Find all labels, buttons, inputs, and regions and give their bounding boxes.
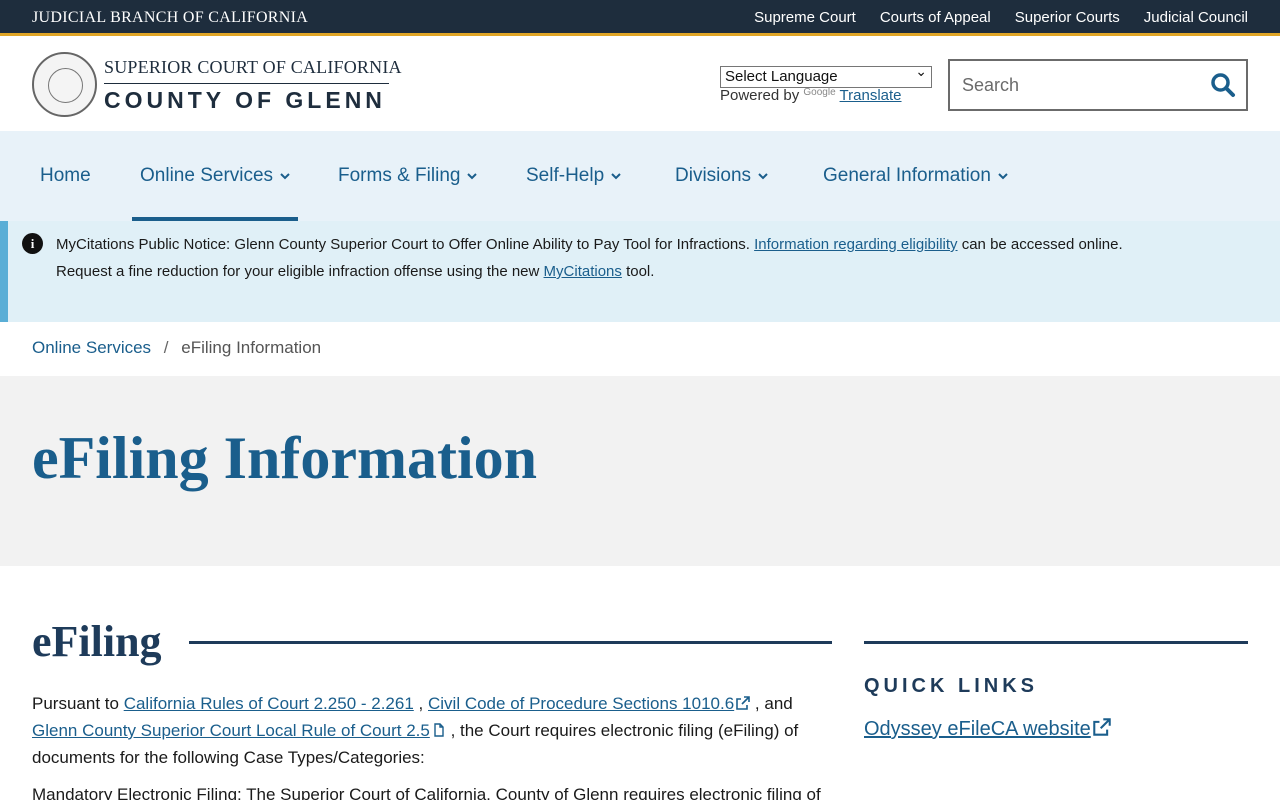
efiling-paragraph: Pursuant to California Rules of Court 2.… (32, 690, 832, 771)
top-nav: Supreme Court Courts of Appeal Superior … (754, 9, 1248, 26)
sidebar-divider (864, 641, 1248, 644)
civil-code-link[interactable]: Civil Code of Procedure Sections 1010.6 (428, 694, 750, 713)
notice-line1-tail: can be accessed online. (961, 236, 1123, 253)
mycitations-link[interactable]: MyCitations (544, 263, 622, 280)
nav-divisions-label: Divisions (675, 165, 752, 186)
nav-general-information[interactable]: General Information (823, 165, 1009, 187)
document-icon (434, 723, 444, 737)
top-link-superior-courts[interactable]: Superior Courts (1015, 9, 1120, 26)
chevron-down-icon (467, 173, 478, 180)
nav-online-services-label: Online Services (140, 165, 274, 186)
rules-of-court-link[interactable]: California Rules of Court 2.250 - 2.261 (124, 694, 414, 713)
powered-by-google: Powered by Google Translate (720, 87, 902, 104)
nav-general-information-label: General Information (823, 165, 991, 186)
nav-online-services[interactable]: Online Services (140, 165, 291, 187)
logo-court-name[interactable]: SUPERIOR COURT OF CALIFORNIA (104, 57, 402, 78)
civil-code-link-label: Civil Code of Procedure Sections 1010.6 (428, 694, 735, 713)
top-link-judicial-council[interactable]: Judicial Council (1144, 9, 1248, 26)
page-title-band: eFiling Information (0, 376, 1280, 566)
logo-county-name[interactable]: COUNTY OF GLENN (104, 87, 386, 114)
page-title: eFiling Information (32, 425, 537, 491)
notice-line2: Request a fine reduction for your eligib… (56, 263, 540, 280)
para-intro: Pursuant to (32, 694, 119, 713)
odyssey-efileca-link[interactable]: Odyssey eFileCA website (864, 718, 1111, 741)
para-comma: , (418, 694, 424, 713)
nav-home[interactable]: Home (40, 165, 91, 187)
site-header: SUPERIOR COURT OF CALIFORNIA COUNTY OF G… (0, 39, 1280, 131)
public-notice-banner: i MyCitations Public Notice: Glenn Count… (0, 221, 1280, 322)
breadcrumb-current: eFiling Information (181, 338, 322, 357)
external-link-icon (736, 696, 750, 710)
odyssey-efileca-label: Odyssey eFileCA website (864, 718, 1091, 740)
local-rule-link[interactable]: Glenn County Superior Court Local Rule o… (32, 721, 446, 740)
logo-divider (104, 83, 389, 84)
nav-self-help-label: Self-Help (526, 165, 605, 186)
para-and: , and (754, 694, 793, 713)
notice-line1: MyCitations Public Notice: Glenn County … (56, 236, 750, 253)
nav-self-help[interactable]: Self-Help (526, 165, 622, 187)
section-title-efiling: eFiling (32, 617, 162, 666)
search-input[interactable]: Search (962, 75, 1019, 96)
notice-line2-tail: tool. (626, 263, 655, 280)
branch-title[interactable]: JUDICIAL BRANCH OF CALIFORNIA (32, 9, 308, 27)
google-logo: Google (803, 87, 836, 98)
nav-divisions[interactable]: Divisions (675, 165, 769, 187)
court-seal-logo[interactable] (32, 52, 97, 117)
local-rule-link-label: Glenn County Superior Court Local Rule o… (32, 721, 430, 740)
eligibility-link[interactable]: Information regarding eligibility (754, 236, 957, 253)
mandatory-efiling-paragraph: Mandatory Electronic Filing: The Superio… (32, 785, 821, 800)
main-nav: Home Online Services Forms & Filing Self… (0, 131, 1280, 221)
top-bar: JUDICIAL BRANCH OF CALIFORNIA Supreme Co… (0, 0, 1280, 36)
quick-links-title: QUICK LINKS (864, 675, 1038, 697)
powered-by-label: Powered by (720, 87, 800, 104)
external-link-icon (1093, 718, 1111, 736)
nav-forms-filing-label: Forms & Filing (338, 165, 461, 186)
breadcrumb-online-services[interactable]: Online Services (32, 338, 151, 357)
chevron-down-icon (611, 173, 621, 180)
language-select-value: Select Language (725, 68, 838, 85)
chevron-down-icon (280, 173, 290, 180)
nav-home-label: Home (40, 165, 91, 186)
search-box[interactable]: Search (948, 59, 1248, 111)
notice-text: MyCitations Public Notice: Glenn County … (56, 231, 1216, 285)
language-select[interactable]: Select Language (720, 63, 932, 88)
nav-forms-filing[interactable]: Forms & Filing (338, 165, 478, 187)
top-link-courts-of-appeal[interactable]: Courts of Appeal (880, 9, 991, 26)
section-divider (189, 641, 832, 644)
search-icon[interactable] (1210, 72, 1236, 98)
info-icon: i (22, 233, 43, 254)
top-link-supreme-court[interactable]: Supreme Court (754, 9, 856, 26)
breadcrumb-separator: / (163, 338, 169, 357)
chevron-down-icon (758, 173, 768, 180)
translate-link[interactable]: Translate (840, 87, 902, 104)
breadcrumb: Online Services / eFiling Information (32, 338, 321, 358)
chevron-down-icon (998, 173, 1008, 180)
